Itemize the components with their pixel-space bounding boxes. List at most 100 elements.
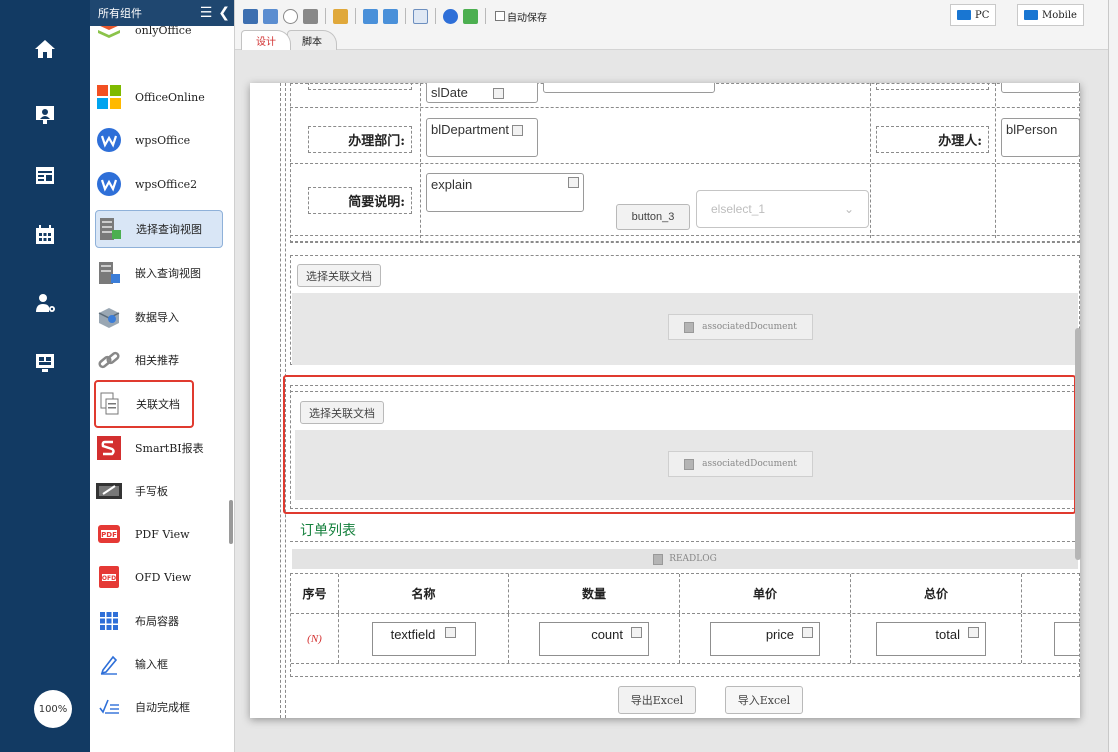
component-onlyoffice[interactable]: onlyOffice [95,26,223,48]
user-picker-icon[interactable] [512,125,524,137]
component-embed-query-view[interactable]: 嵌入查询视图 [95,255,223,291]
component-ofd-view[interactable]: OFD OFD View [95,559,223,595]
elselect-dropdown[interactable]: elselect_1 ⌄ [696,190,869,228]
component-data-import[interactable]: 数据导入 [95,299,223,335]
component-label: 布局容器 [135,615,179,628]
autosave-label: 自动保存 [507,12,547,24]
component-related-recommend[interactable]: 相关推荐 [95,342,223,378]
component-autocomplete[interactable]: 自动完成框 [95,689,223,725]
dept-field[interactable]: blDepartment [426,118,538,157]
component-handwriting-pad[interactable]: 手写板 [95,473,223,509]
user-settings-icon[interactable] [30,288,60,318]
align-icon[interactable] [363,8,378,24]
assoc-doc-widget-2[interactable]: associatedDocument [668,451,813,477]
select-assoc-doc-button-1[interactable]: 选择关联文档 [297,264,381,287]
wrench-icon[interactable] [333,8,348,24]
text-area-icon[interactable] [568,177,579,188]
button-3[interactable]: button_3 [616,204,690,230]
print-icon[interactable] [303,8,318,24]
component-wpsoffice[interactable]: wpsOffice [95,122,223,158]
component-layout-container[interactable]: 布局容器 [95,603,223,639]
readlog-bar[interactable]: READLOG [292,549,1078,569]
col-header-extra [1022,574,1080,613]
autosave-toggle[interactable]: 自动保存 [495,9,547,24]
component-label: wpsOffice [135,133,191,147]
panel-scrollbar[interactable] [229,500,233,544]
date-field[interactable]: slDate [426,83,538,103]
component-associated-document[interactable]: 关联文档 [94,380,194,428]
save-icon[interactable] [243,8,258,24]
preview-icon[interactable] [283,8,298,24]
zoom-level[interactable]: 100% [34,690,72,728]
tab-script[interactable]: 脚本 [287,30,337,50]
count-input[interactable]: count [539,621,649,656]
ofd-icon: OFD [95,563,123,591]
help-icon[interactable] [443,8,458,24]
dept-field-value: blDepartment [431,122,510,137]
desc-label: 简要说明: [308,187,412,214]
monitor-icon[interactable] [30,348,60,378]
canvas-scrollbar[interactable] [1075,328,1081,560]
calendar-grid-icon[interactable] [30,220,60,250]
related-recommend-icon [95,346,123,374]
grid-line [290,235,1080,236]
textfield-value: textfield [390,626,436,642]
presentation-icon[interactable] [30,100,60,130]
row-index: (N) [291,614,339,663]
component-pdf-view[interactable]: PDF PDF View [95,516,223,552]
calendar-icon[interactable] [30,160,60,190]
align-dropdown-icon[interactable] [383,8,398,24]
select-placeholder: elselect_1 [711,202,766,216]
col-header-unit-price: 单价 [680,574,851,613]
component-list: onlyOffice OfficeOnline wpsOffice wpsOff… [90,26,230,752]
pc-label: PC [975,9,990,21]
hamburger-menu-icon[interactable]: ☰ [200,5,213,21]
total-input[interactable]: total [876,621,986,656]
component-select-query-view[interactable]: 选择查询视图 [95,210,223,248]
image-icon[interactable] [463,8,478,24]
svg-text:PDF: PDF [101,531,117,539]
cell-total: total [851,614,1022,663]
component-label: 输入框 [135,658,168,671]
component-label: PDF View [135,527,190,541]
person-field-value: blPerson [1006,122,1058,137]
layout-container-icon [95,607,123,635]
extra-input[interactable] [1054,621,1080,656]
component-label: 数据导入 [135,311,179,324]
save-as-icon[interactable] [263,8,278,24]
right-label-cell [876,83,989,90]
assoc-doc-label: associatedDocument [702,459,797,469]
readlog-label: READLOG [669,554,717,564]
tab-design[interactable]: 设计 [241,30,291,50]
date-secondary-field[interactable] [543,83,715,93]
component-smartbi[interactable]: SmartBI报表 [95,430,223,466]
export-excel-button[interactable]: 导出Excel [618,686,696,714]
price-input[interactable]: price [710,621,820,656]
component-officeonline[interactable]: OfficeOnline [95,79,223,115]
select-assoc-doc-button-2[interactable]: 选择关联文档 [300,401,384,424]
editor-tabs: 设计 脚本 [241,30,337,50]
component-wpsoffice2[interactable]: wpsOffice2 [95,166,223,202]
textfield-input[interactable]: textfield [371,621,476,656]
calendar-picker-icon[interactable] [493,88,505,100]
mobile-view-button[interactable]: Mobile [1017,4,1084,26]
document-icon [684,321,695,333]
person-field[interactable]: blPerson [1001,118,1080,157]
number-icon [968,626,979,638]
autosave-checkbox[interactable] [495,11,505,21]
home-icon[interactable] [30,34,60,64]
form-design-page: slDate 办理部门: blDepartment 办理人: blPerson … [250,83,1080,718]
onlyoffice-icon [95,26,123,44]
component-label: 自动完成框 [135,701,190,714]
component-label: wpsOffice2 [135,177,198,191]
pc-view-button[interactable]: PC [950,4,997,26]
desc-field[interactable]: explain [426,173,584,212]
assoc-doc-widget-1[interactable]: associatedDocument [668,314,813,340]
toolbar-separator [435,8,436,24]
import-excel-button[interactable]: 导入Excel [725,686,803,714]
collapse-panel-icon[interactable]: ❮ [218,5,230,21]
form-icon[interactable] [413,8,428,24]
total-value: total [935,626,960,642]
component-input-box[interactable]: 输入框 [95,646,223,682]
right-top-field[interactable] [1001,83,1080,93]
